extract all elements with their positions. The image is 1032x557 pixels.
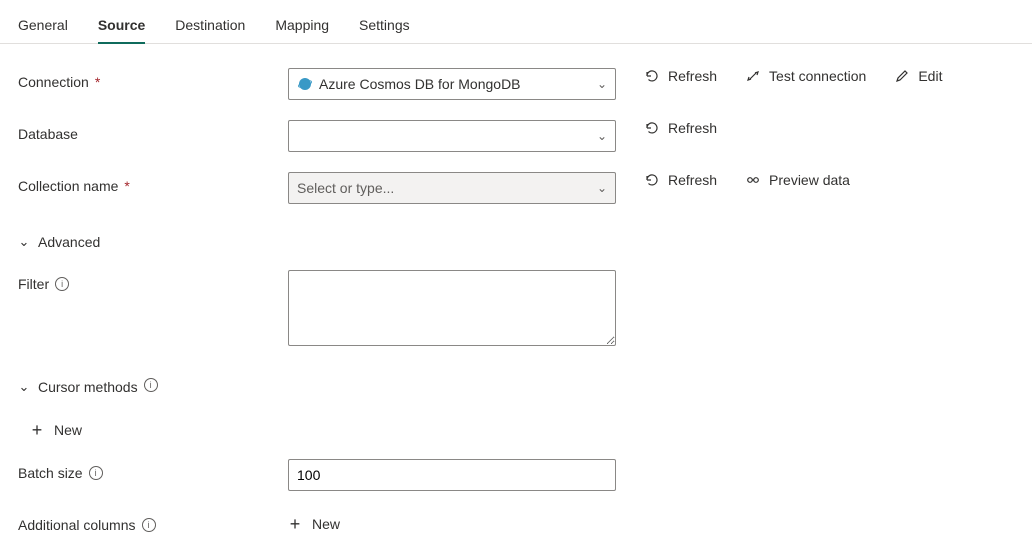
chevron-down-icon: ⌄ — [597, 129, 607, 143]
new-label: New — [312, 516, 340, 532]
database-label: Database — [18, 126, 78, 142]
connection-label: Connection — [18, 74, 89, 90]
batch-size-input[interactable] — [288, 459, 616, 491]
refresh-label: Refresh — [668, 172, 717, 188]
edit-label: Edit — [918, 68, 942, 84]
form-area: Connection * Azure Cosmos DB for MongoDB… — [0, 44, 1032, 533]
chevron-down-icon: ⌄ — [18, 379, 30, 395]
refresh-icon — [644, 120, 660, 136]
connection-select[interactable]: Azure Cosmos DB for MongoDB ⌄ — [288, 68, 616, 100]
connection-value: Azure Cosmos DB for MongoDB — [319, 76, 597, 92]
refresh-label: Refresh — [668, 68, 717, 84]
edit-connection-button[interactable]: Edit — [894, 68, 942, 84]
collection-placeholder: Select or type... — [297, 180, 597, 196]
info-icon[interactable]: i — [89, 466, 103, 480]
tab-destination[interactable]: Destination — [175, 7, 245, 43]
filter-input[interactable] — [288, 270, 616, 346]
batch-size-label: Batch size — [18, 465, 83, 481]
tab-general[interactable]: General — [18, 7, 68, 43]
refresh-label: Refresh — [668, 120, 717, 136]
chevron-down-icon: ⌄ — [597, 181, 607, 195]
refresh-icon — [644, 68, 660, 84]
test-connection-icon — [745, 68, 761, 84]
advanced-label: Advanced — [38, 234, 100, 250]
edit-icon — [894, 68, 910, 84]
required-marker: * — [124, 178, 129, 194]
info-icon[interactable]: i — [142, 518, 156, 532]
refresh-collection-button[interactable]: Refresh — [644, 172, 717, 188]
additional-columns-label: Additional columns — [18, 517, 136, 533]
refresh-icon — [644, 172, 660, 188]
new-label: New — [54, 422, 82, 438]
collection-select[interactable]: Select or type... ⌄ — [288, 172, 616, 204]
chevron-down-icon: ⌄ — [597, 77, 607, 91]
refresh-connection-button[interactable]: Refresh — [644, 68, 717, 84]
collection-label: Collection name — [18, 178, 118, 194]
preview-icon — [745, 172, 761, 188]
tab-mapping[interactable]: Mapping — [275, 7, 329, 43]
preview-data-button[interactable]: Preview data — [745, 172, 850, 188]
tab-source[interactable]: Source — [98, 7, 145, 43]
plus-icon: + — [30, 421, 44, 439]
info-icon[interactable]: i — [144, 378, 158, 392]
cursor-methods-toggle[interactable]: ⌄ Cursor methods — [18, 375, 138, 395]
new-cursor-method-button[interactable]: + New — [30, 421, 82, 439]
chevron-down-icon: ⌄ — [18, 234, 30, 250]
advanced-toggle[interactable]: ⌄ Advanced — [18, 230, 100, 250]
test-connection-label: Test connection — [769, 68, 866, 84]
refresh-database-button[interactable]: Refresh — [644, 120, 717, 136]
filter-label: Filter — [18, 276, 49, 292]
preview-label: Preview data — [769, 172, 850, 188]
tabs-bar: General Source Destination Mapping Setti… — [0, 0, 1032, 44]
cursor-methods-label: Cursor methods — [38, 379, 138, 395]
plus-icon: + — [288, 515, 302, 533]
new-additional-column-button[interactable]: + New — [288, 515, 340, 533]
tab-settings[interactable]: Settings — [359, 7, 410, 43]
required-marker: * — [95, 74, 100, 90]
cosmos-db-icon — [297, 76, 313, 92]
database-select[interactable]: ⌄ — [288, 120, 616, 152]
test-connection-button[interactable]: Test connection — [745, 68, 866, 84]
info-icon[interactable]: i — [55, 277, 69, 291]
